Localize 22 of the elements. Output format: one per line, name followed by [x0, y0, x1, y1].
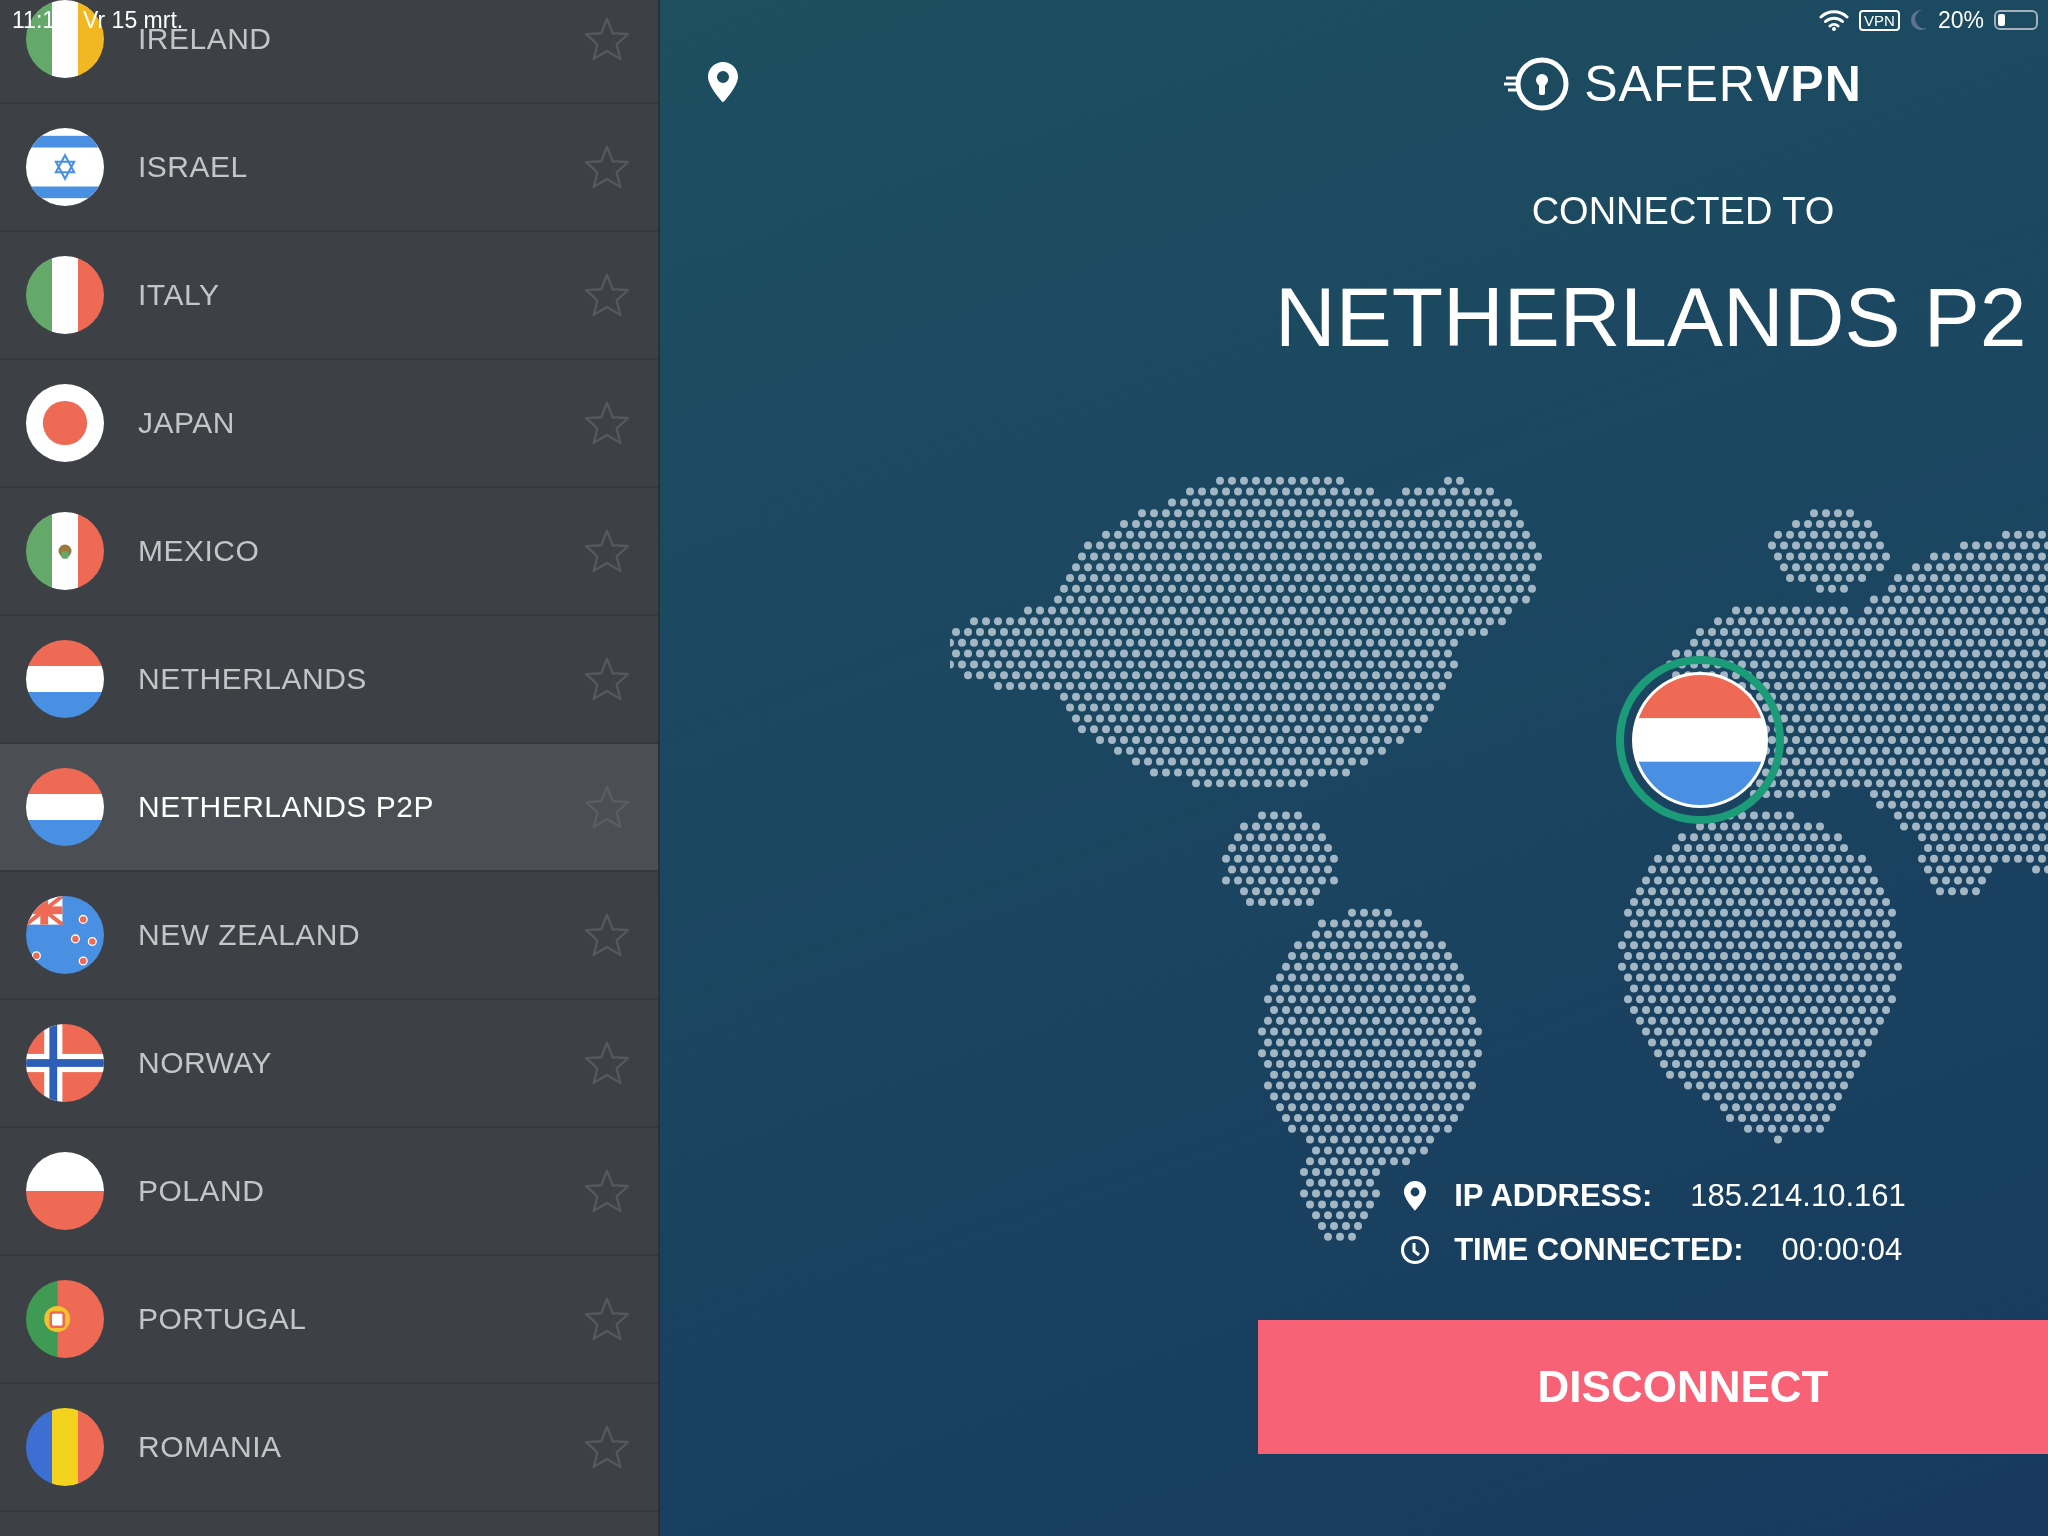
country-name: ITALY — [138, 278, 221, 312]
country-name: ROMANIA — [138, 1430, 283, 1464]
info-label: TIME CONNECTED: — [1454, 1232, 1744, 1268]
disconnect-button[interactable]: DISCONNECT — [1258, 1320, 2048, 1454]
vpn-badge: VPN — [1859, 9, 1900, 31]
brand-name: SAFERVPN — [1584, 55, 1862, 113]
country-name: NEW ZEALAND — [138, 918, 362, 952]
server-name: NETHERLANDS P2 — [1275, 269, 2027, 366]
country-name: NORWAY — [138, 1046, 274, 1080]
battery-percent: 20% — [1937, 6, 1984, 34]
country-name: ISRAEL — [138, 150, 249, 184]
connection-heading: CONNECTED TO — [1531, 190, 1835, 233]
country-name: POLAND — [138, 1174, 266, 1208]
country-name: NETHERLANDS — [138, 662, 368, 696]
info-label: IP ADDRESS: — [1454, 1178, 1653, 1214]
country-name: PORTUGAL — [138, 1302, 308, 1336]
country-name: NETHERLANDS P2P — [138, 790, 435, 824]
info-value: 185.214.10.161 — [1690, 1178, 1906, 1214]
country-name: JAPAN — [138, 406, 236, 440]
country-item[interactable]: NETHERLANDS P2P — [0, 744, 658, 872]
country-name: MEXICO — [138, 534, 261, 568]
info-value: 00:00:04 — [1781, 1232, 1903, 1268]
